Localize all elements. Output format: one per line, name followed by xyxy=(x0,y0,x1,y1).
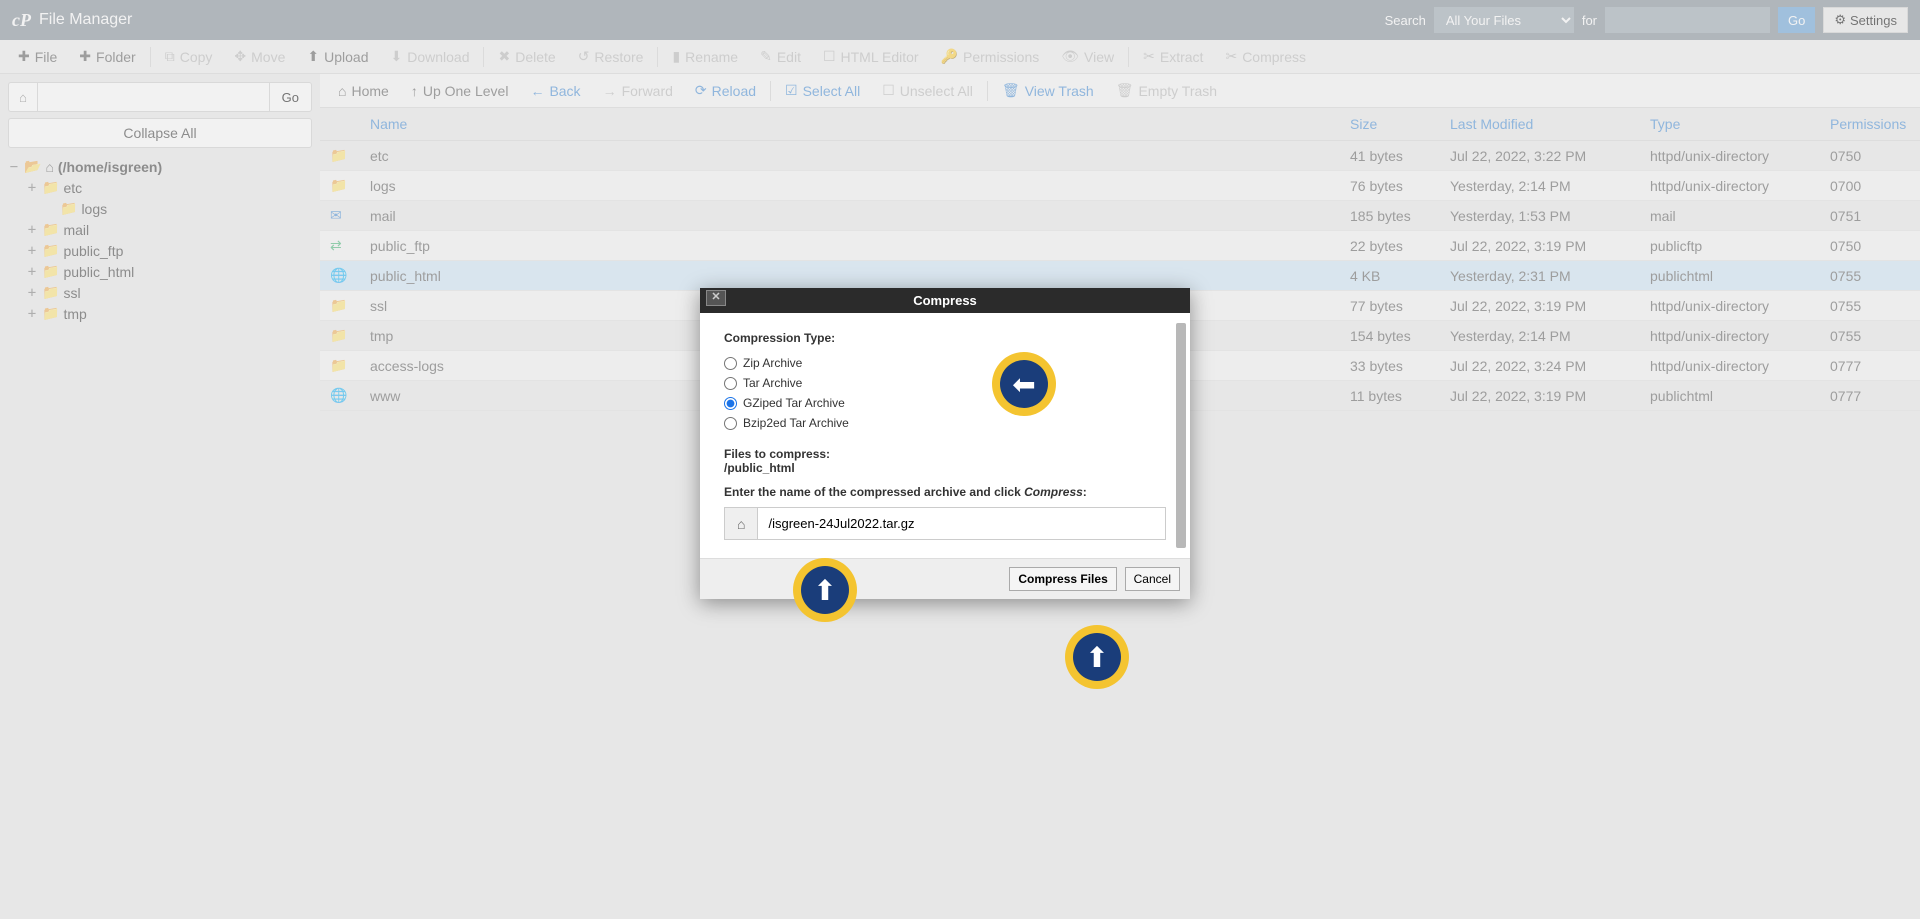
files-to-compress-value: /public_html xyxy=(724,461,1166,475)
files-to-compress-label: Files to compress: xyxy=(724,447,1166,461)
enter-archive-name-label: Enter the name of the compressed archive… xyxy=(724,485,1166,499)
radio-gzip[interactable]: GZiped Tar Archive xyxy=(724,393,1166,413)
compress-modal: ✕ Compress Compression Type: Zip Archive… xyxy=(700,288,1190,599)
compression-radio-group: Zip Archive Tar Archive GZiped Tar Archi… xyxy=(724,353,1166,433)
modal-close-button[interactable]: ✕ xyxy=(706,290,726,306)
compress-files-button[interactable]: Compress Files xyxy=(1009,567,1116,591)
home-icon: ⌂ xyxy=(737,516,745,532)
radio-tar[interactable]: Tar Archive xyxy=(724,373,1166,393)
archive-name-input[interactable] xyxy=(758,507,1166,540)
cancel-button[interactable]: Cancel xyxy=(1125,567,1180,591)
callout-arrow-left: ⬅ xyxy=(992,352,1056,416)
modal-scrollbar[interactable] xyxy=(1176,323,1186,548)
arrow-up-icon: ⬆ xyxy=(813,574,836,607)
radio-bzip2[interactable]: Bzip2ed Tar Archive xyxy=(724,413,1166,433)
compression-type-label: Compression Type: xyxy=(724,331,1166,345)
archive-home-button[interactable]: ⌂ xyxy=(724,507,758,540)
modal-title: Compress xyxy=(913,293,977,308)
arrow-up-icon: ⬆ xyxy=(1085,641,1108,674)
modal-title-bar: ✕ Compress xyxy=(700,288,1190,313)
callout-arrow-up-2: ⬆ xyxy=(1065,625,1129,689)
callout-arrow-up: ⬆ xyxy=(793,558,857,622)
arrow-left-icon: ⬅ xyxy=(1012,368,1035,401)
radio-zip[interactable]: Zip Archive xyxy=(724,353,1166,373)
